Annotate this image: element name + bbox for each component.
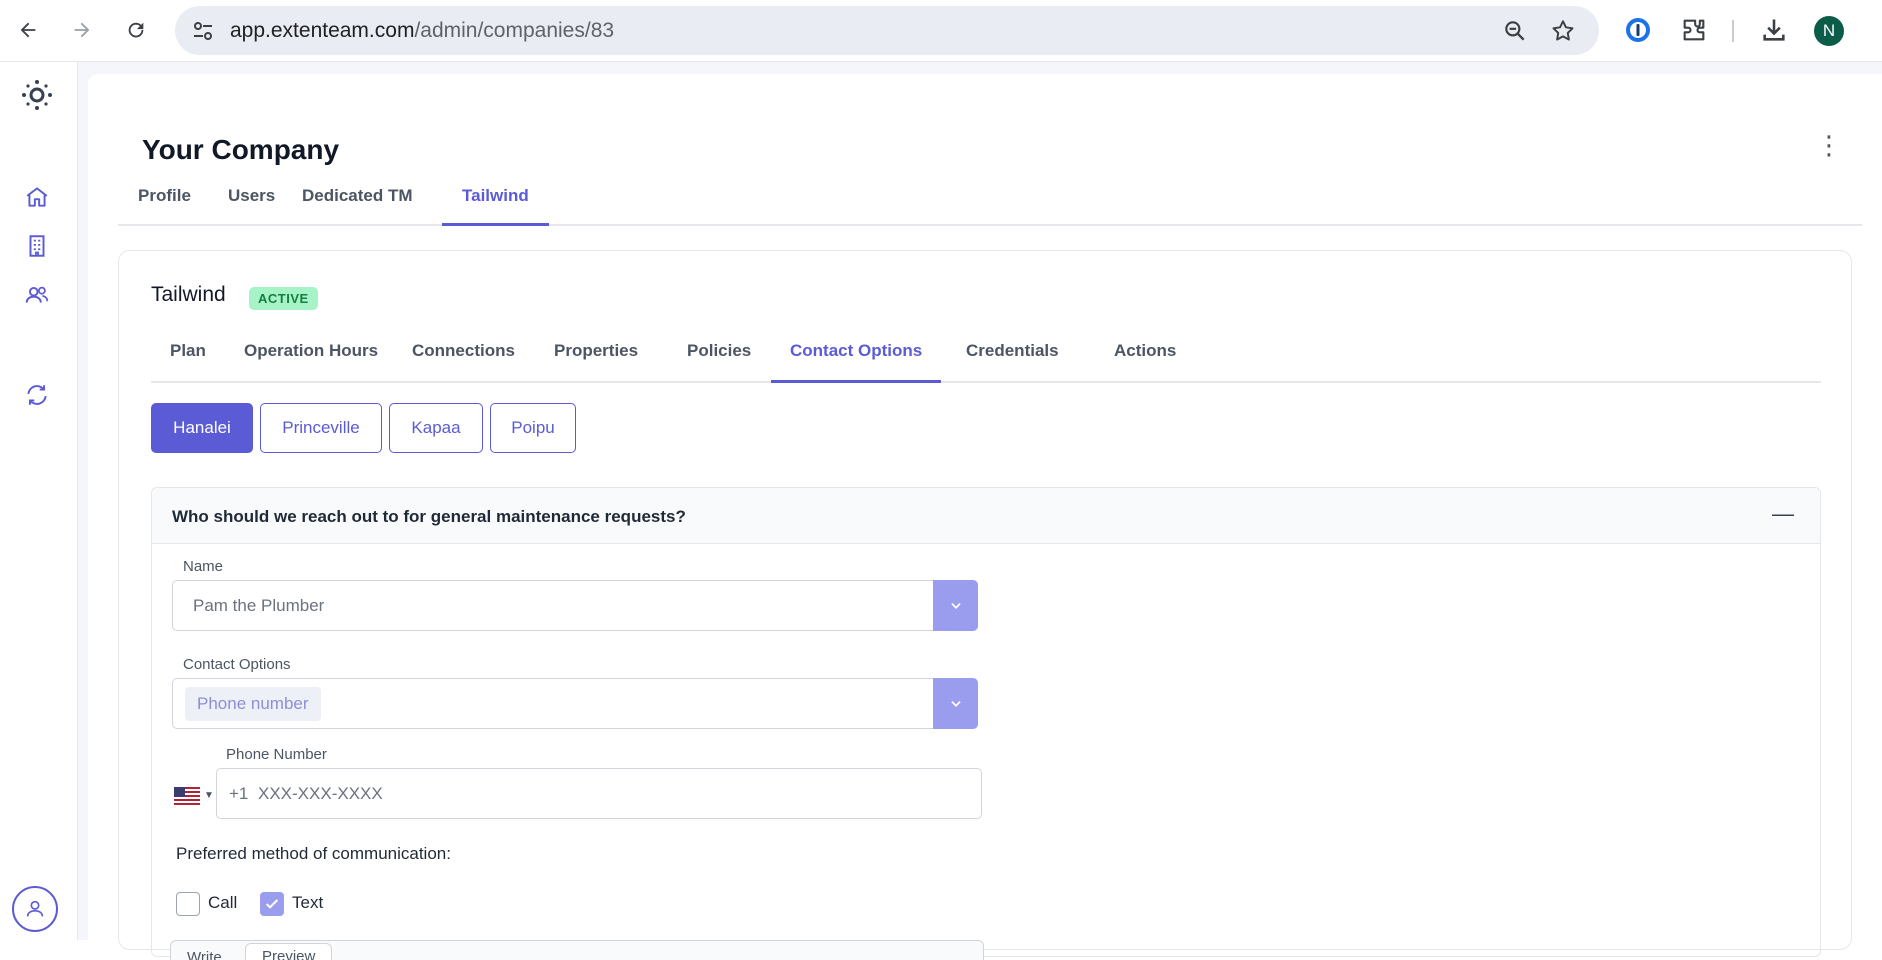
maintenance-contact-section: Who should we reach out to for general m… [151, 487, 1821, 960]
user-account-icon[interactable] [12, 886, 58, 932]
phone-number-input[interactable]: +1 XXX-XXX-XXXX [216, 768, 982, 819]
editor-tab-write[interactable]: Write [187, 949, 222, 960]
name-value: Pam the Plumber [193, 596, 325, 615]
location-button-hanalei[interactable]: Hanalei [151, 403, 253, 453]
chevron-down-icon[interactable] [933, 580, 978, 631]
tab-profile[interactable]: Profile [118, 186, 211, 226]
section-question: Who should we reach out to for general m… [172, 507, 686, 526]
tab-tailwind[interactable]: Tailwind [442, 186, 549, 226]
location-button-poipu[interactable]: Poipu [490, 403, 576, 453]
contact-options-select[interactable]: Phone number [172, 678, 978, 729]
chevron-down-icon[interactable] [933, 678, 978, 729]
us-flag-icon[interactable] [174, 787, 200, 805]
browser-toolbar: app.extenteam.com/admin/companies/83 N [0, 0, 1882, 62]
tab-dedicated-tm[interactable]: Dedicated TM [282, 186, 433, 226]
status-badge: ACTIVE [249, 287, 318, 310]
sync-icon[interactable] [24, 382, 50, 408]
text-label: Text [292, 893, 324, 912]
forward-arrow-icon[interactable] [68, 14, 96, 46]
more-options-icon[interactable]: ⋮ [1816, 130, 1842, 160]
tab-credentials[interactable]: Credentials [947, 341, 1078, 383]
contact-options-label: Contact Options [183, 656, 291, 673]
tab-connections[interactable]: Connections [393, 341, 534, 383]
app-logo-icon[interactable] [20, 78, 54, 112]
browser-profile-avatar[interactable]: N [1814, 16, 1844, 46]
notes-editor: Write Preview [170, 940, 984, 960]
extensions-icon[interactable] [1680, 16, 1708, 44]
password-manager-icon[interactable] [1624, 16, 1652, 44]
page-title: Your Company [142, 134, 340, 165]
tailwind-card: Tailwind ACTIVE Plan Operation Hours Con… [118, 250, 1852, 960]
collapse-icon[interactable]: — [1772, 501, 1794, 527]
contact-option-chip[interactable]: Phone number [185, 687, 321, 721]
checkmark-icon [265, 899, 279, 909]
back-arrow-icon[interactable] [14, 14, 42, 46]
bookmark-star-icon[interactable] [1550, 18, 1576, 44]
country-code: +1 [229, 784, 249, 803]
tab-plan[interactable]: Plan [151, 341, 225, 383]
name-select[interactable]: Pam the Plumber [172, 580, 978, 631]
company-tabs: Profile Users Dedicated TM Tailwind [118, 174, 1862, 226]
location-button-kapaa[interactable]: Kapaa [389, 403, 483, 453]
zoom-icon[interactable] [1502, 18, 1528, 44]
users-icon[interactable] [24, 282, 50, 308]
url-text: app.extenteam.com/admin/companies/83 [230, 19, 615, 42]
company-panel: Your Company ⋮ Profile Users Dedicated T… [88, 74, 1882, 960]
tab-contact-options[interactable]: Contact Options [771, 341, 942, 383]
preferred-method-label: Preferred method of communication: [176, 844, 451, 863]
toolbar-separator [1732, 20, 1734, 42]
location-button-princeville[interactable]: Princeville [260, 403, 382, 453]
editor-tab-preview[interactable]: Preview [245, 943, 333, 960]
name-label: Name [183, 558, 224, 575]
reload-icon[interactable] [122, 14, 150, 46]
phone-placeholder: XXX-XXX-XXXX [258, 784, 383, 803]
text-checkbox[interactable] [260, 892, 284, 916]
section-header[interactable]: Who should we reach out to for general m… [152, 488, 1820, 544]
app-sidebar [0, 62, 78, 940]
site-settings-icon[interactable] [191, 19, 215, 43]
tab-properties[interactable]: Properties [535, 341, 657, 383]
building-icon[interactable] [24, 233, 50, 259]
call-label: Call [208, 893, 238, 912]
tab-policies[interactable]: Policies [668, 341, 770, 383]
tailwind-tabs: Plan Operation Hours Connections Propert… [151, 327, 1821, 383]
address-bar[interactable]: app.extenteam.com/admin/companies/83 [175, 6, 1599, 55]
country-chevron-icon[interactable]: ▼ [204, 790, 214, 801]
home-icon[interactable] [24, 184, 50, 210]
call-checkbox[interactable] [176, 892, 200, 916]
main-area: Your Company ⋮ Profile Users Dedicated T… [78, 62, 1882, 960]
tab-actions[interactable]: Actions [1095, 341, 1195, 383]
card-title: Tailwind [151, 283, 226, 306]
phone-number-label: Phone Number [226, 746, 327, 763]
download-icon[interactable] [1760, 16, 1788, 44]
tab-operation-hours[interactable]: Operation Hours [225, 341, 397, 383]
